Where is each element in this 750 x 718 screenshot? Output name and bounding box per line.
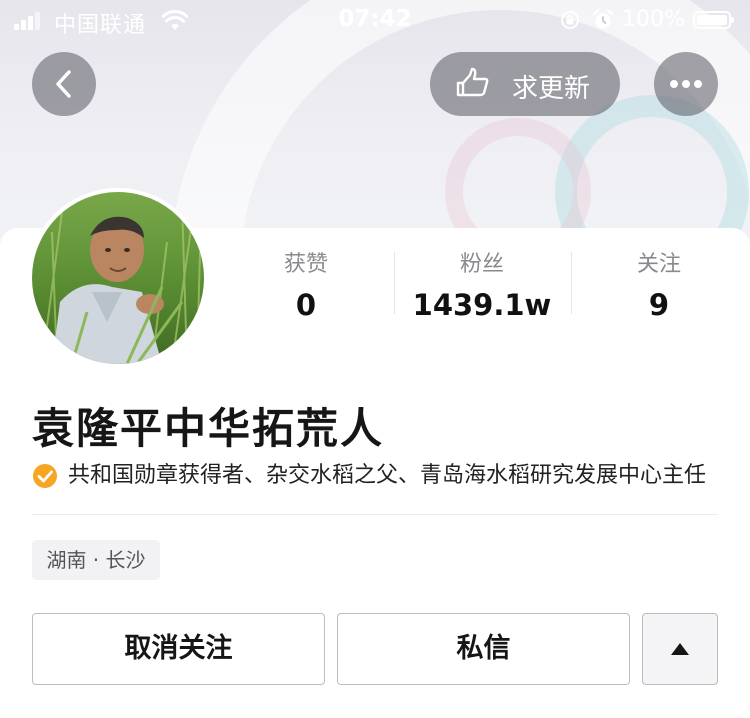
stat-following-label: 关注	[636, 252, 681, 277]
avatar[interactable]	[28, 188, 208, 368]
unfollow-button[interactable]: 取消关注	[32, 613, 325, 685]
stat-likes-label: 获赞	[283, 252, 328, 277]
stat-likes-value: 0	[295, 288, 317, 322]
back-button[interactable]	[32, 52, 96, 116]
verification-description: 共和国勋章获得者、杂交水稻之父、青岛海水稻研究发展中心主任	[68, 463, 707, 488]
stat-followers-label: 粉丝	[459, 252, 504, 277]
rotation-lock-icon	[561, 11, 579, 29]
stat-followers-value: 1439.1w	[412, 288, 552, 322]
stat-following-value: 9	[648, 288, 670, 322]
more-options-button[interactable]	[654, 52, 718, 116]
divider	[32, 514, 718, 515]
profile-name: 袁隆平中华拓荒人	[32, 404, 385, 453]
battery-icon	[693, 11, 734, 29]
request-update-label: 求更新	[512, 74, 591, 104]
stat-followers[interactable]: 粉丝 1439.1w	[393, 250, 571, 328]
verified-badge-icon	[33, 464, 57, 488]
alarm-icon	[592, 9, 614, 29]
stat-likes[interactable]: 获赞 0	[217, 250, 395, 328]
request-update-button[interactable]: 求更新	[430, 52, 620, 116]
pointing-hand-icon	[456, 67, 489, 97]
stat-following[interactable]: 关注 9	[570, 250, 748, 328]
status-bar: 中国联通 07:42 100%	[0, 0, 750, 42]
battery-percentage: 100%	[622, 7, 685, 32]
collapse-recommendations-button[interactable]	[642, 613, 718, 685]
chevron-left-icon	[56, 70, 71, 98]
triangle-up-icon	[671, 643, 689, 655]
location-tag: 湖南 · 长沙	[32, 540, 160, 580]
avatar-image	[32, 192, 204, 364]
message-button[interactable]: 私信	[337, 613, 630, 685]
ellipsis-icon	[670, 80, 702, 88]
